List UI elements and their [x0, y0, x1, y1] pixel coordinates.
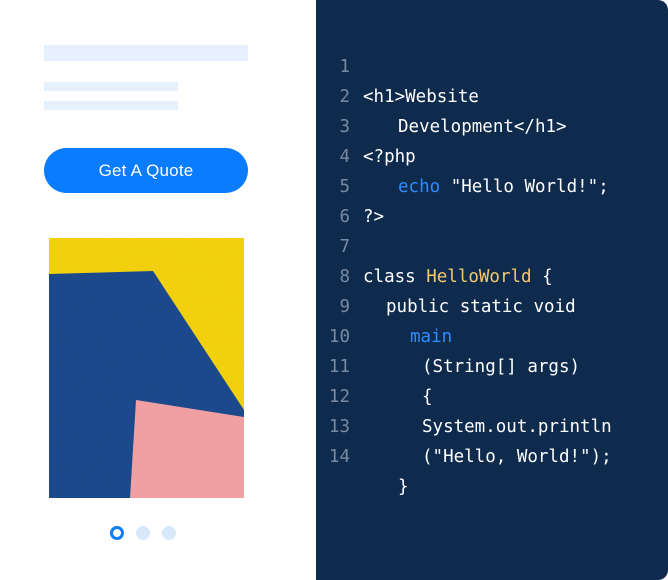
- code-line-4: 4 echo "Hello World!";: [316, 112, 668, 197]
- abstract-art-image: [49, 238, 244, 498]
- line-number: 14: [328, 447, 350, 467]
- code-line-6: 6: [316, 172, 668, 227]
- website-preview-panel: Get A Quote: [0, 0, 316, 580]
- code-text: ("Hello, World!");: [422, 447, 612, 467]
- carousel-dot-2[interactable]: [136, 526, 150, 540]
- code-line-14: 14 }: [316, 412, 668, 497]
- code-line-3: 3 <?php: [316, 82, 668, 167]
- code-text: }: [398, 477, 409, 497]
- code-line-10: 10 (String[] args): [316, 292, 668, 377]
- carousel-dot-3[interactable]: [162, 526, 176, 540]
- skeleton-text-bar: [44, 82, 178, 91]
- code-line-11: 11 {: [316, 322, 668, 407]
- code-line-8: 8 public static void: [316, 232, 668, 317]
- code-line-1: 1 <h1>Website: [316, 22, 668, 107]
- code-line-9: 9 main: [316, 262, 668, 347]
- skeleton-text-bar: [44, 101, 178, 110]
- image-pink-shape: [130, 400, 244, 498]
- get-a-quote-button[interactable]: Get A Quote: [44, 148, 248, 193]
- code-editor-panel: 1 <h1>Website 2 Development</h1> 3 <?php…: [316, 0, 668, 580]
- carousel-dots: [110, 526, 176, 540]
- code-line-2: 2 Development</h1>: [316, 52, 668, 137]
- skeleton-heading-bar: [44, 45, 248, 61]
- code-line-13: 13 ("Hello, World!");: [316, 382, 668, 467]
- code-line-12: 12 System.out.println: [316, 352, 668, 437]
- code-line-5: 5 ?>: [316, 142, 668, 227]
- code-line-7: 7 class HelloWorld {: [316, 202, 668, 287]
- carousel-dot-1[interactable]: [110, 526, 124, 540]
